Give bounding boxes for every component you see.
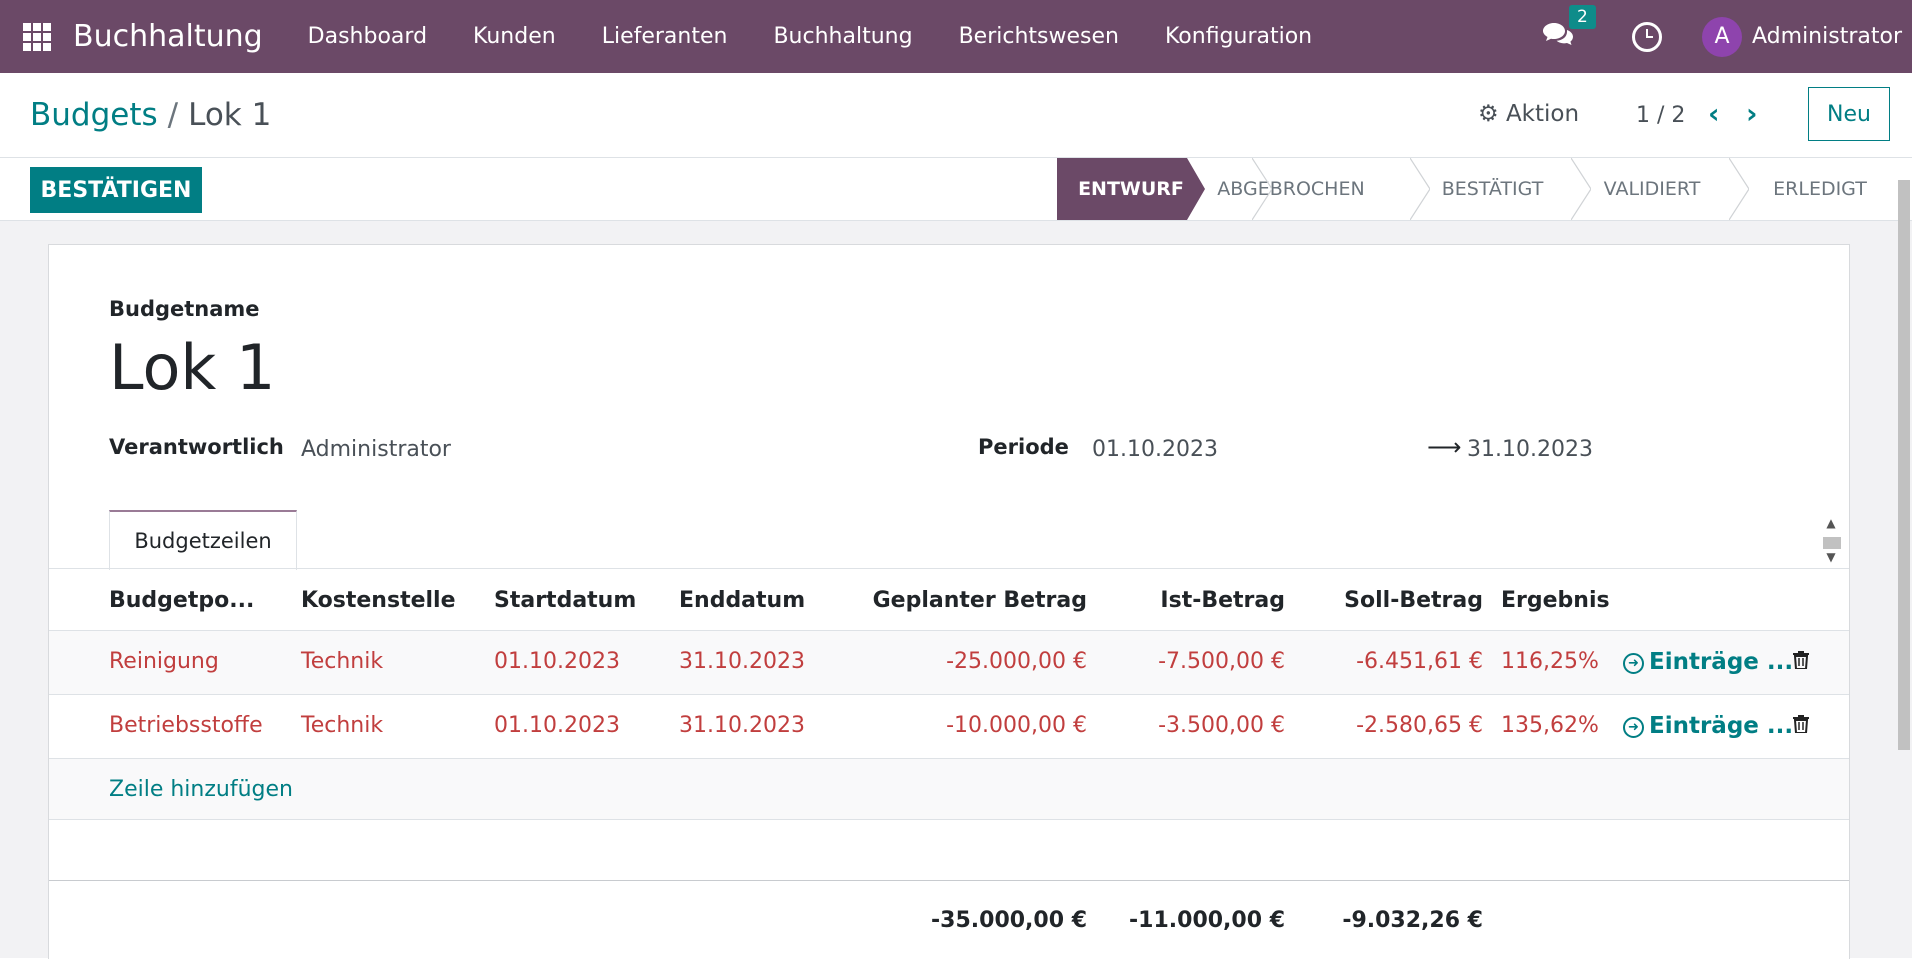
table-row[interactable]: Reinigung Technik 01.10.2023 31.10.2023 …	[49, 630, 1849, 694]
column-header-start-date[interactable]: Startdatum	[494, 588, 636, 613]
entries-button[interactable]: ➜ Einträge ...	[1623, 649, 1793, 675]
status-bar: BESTÄTIGEN ENTWURF ABGEBROCHEN BESTÄTIGT…	[0, 158, 1912, 221]
total-actual: -11.000,00 €	[1129, 908, 1285, 933]
entries-label: Einträge ...	[1649, 649, 1794, 675]
stage-divider	[1252, 158, 1272, 220]
tab-divider	[49, 568, 1849, 569]
period-end-field[interactable]: 31.10.2023	[1467, 437, 1593, 462]
responsible-label: Verantwortlich	[109, 435, 284, 459]
stage-bestaetigt[interactable]: BESTÄTIGT	[1410, 158, 1575, 220]
top-navbar: Buchhaltung Dashboard Kunden Lieferanten…	[0, 0, 1912, 73]
page-scrollbar[interactable]	[1898, 180, 1910, 750]
pager-value[interactable]: 1 / 2	[1636, 103, 1685, 128]
form-sheet: Budgetname Lok 1 Verantwortlich Administ…	[48, 244, 1850, 959]
cell-end-date: 31.10.2023	[679, 649, 805, 674]
activity-clock-icon[interactable]	[1632, 21, 1663, 52]
cell-actual: -7.500,00 €	[1158, 649, 1285, 674]
stage-entwurf[interactable]: ENTWURF	[1057, 158, 1205, 220]
entries-label: Einträge ...	[1649, 713, 1794, 739]
cell-planned: -10.000,00 €	[946, 713, 1087, 738]
menu-kunden[interactable]: Kunden	[473, 24, 556, 49]
action-menu-button[interactable]: ⚙ Aktion	[1478, 101, 1579, 127]
menu-buchhaltung[interactable]: Buchhaltung	[773, 24, 912, 49]
message-count-badge: 2	[1569, 4, 1596, 29]
column-header-end-date[interactable]: Enddatum	[679, 588, 805, 613]
control-panel: Budgets / Lok 1 ⚙ Aktion 1 / 2 ‹ › Neu	[0, 73, 1912, 158]
period-label: Periode	[978, 435, 1069, 459]
breadcrumb-separator: /	[167, 97, 179, 133]
period-start-field[interactable]: 01.10.2023	[1092, 437, 1218, 462]
cell-actual: -3.500,00 €	[1158, 713, 1285, 738]
stage-abgebrochen[interactable]: ABGEBROCHEN	[1207, 158, 1375, 220]
table-row[interactable]: Betriebsstoffe Technik 01.10.2023 31.10.…	[49, 694, 1849, 758]
cell-end-date: 31.10.2023	[679, 713, 805, 738]
budget-name-label: Budgetname	[109, 297, 260, 321]
cell-start-date: 01.10.2023	[494, 649, 620, 674]
column-header-planned[interactable]: Geplanter Betrag	[849, 588, 1087, 613]
add-line-row	[49, 758, 1849, 820]
cell-position: Betriebsstoffe	[109, 713, 263, 738]
gear-icon: ⚙	[1478, 101, 1499, 127]
scroll-up-icon[interactable]: ▲	[1824, 517, 1838, 529]
column-header-result[interactable]: Ergebnis	[1501, 588, 1610, 613]
column-header-cost-center[interactable]: Kostenstelle	[301, 588, 456, 613]
menu-lieferanten[interactable]: Lieferanten	[602, 24, 728, 49]
breadcrumb-current: Lok 1	[188, 97, 272, 133]
action-label: Aktion	[1505, 101, 1580, 127]
trash-icon[interactable]	[1793, 715, 1809, 733]
next-record-icon[interactable]: ›	[1746, 97, 1758, 130]
arrow-circle-right-icon: ➜	[1623, 653, 1644, 674]
cell-theoretical: -2.580,65 €	[1356, 713, 1483, 738]
confirm-button[interactable]: BESTÄTIGEN	[30, 167, 202, 213]
total-theoretical: -9.032,26 €	[1342, 908, 1483, 933]
trash-icon[interactable]	[1793, 651, 1809, 669]
apps-menu-icon[interactable]	[23, 22, 51, 51]
responsible-field[interactable]: Administrator	[301, 437, 451, 462]
user-avatar[interactable]: A	[1702, 16, 1743, 57]
app-brand[interactable]: Buchhaltung	[73, 19, 263, 54]
new-record-button[interactable]: Neu	[1808, 87, 1890, 141]
scrollbar-thumb[interactable]	[1823, 537, 1841, 549]
previous-record-icon[interactable]: ‹	[1708, 97, 1720, 130]
column-header-theoretical[interactable]: Soll-Betrag	[1285, 588, 1483, 613]
column-header-actual[interactable]: Ist-Betrag	[1085, 588, 1285, 613]
cell-planned: -25.000,00 €	[946, 649, 1087, 674]
budget-name-field[interactable]: Lok 1	[109, 331, 275, 404]
entries-button[interactable]: ➜ Einträge ...	[1623, 713, 1793, 739]
cell-cost-center: Technik	[301, 649, 384, 674]
cell-result: 116,25%	[1501, 649, 1599, 674]
total-planned: -35.000,00 €	[931, 908, 1087, 933]
menu-dashboard[interactable]: Dashboard	[308, 24, 427, 49]
breadcrumb: Budgets / Lok 1	[30, 97, 271, 133]
stage-validiert[interactable]: VALIDIERT	[1571, 158, 1733, 220]
tab-budgetzeilen[interactable]: Budgetzeilen	[109, 510, 297, 570]
cell-result: 135,62%	[1501, 713, 1599, 738]
stage-erledigt[interactable]: ERLEDIGT	[1733, 158, 1907, 220]
cell-start-date: 01.10.2023	[494, 713, 620, 738]
add-line-link[interactable]: Zeile hinzufügen	[109, 777, 293, 802]
cell-theoretical: -6.451,61 €	[1356, 649, 1483, 674]
cell-cost-center: Technik	[301, 713, 384, 738]
totals-divider	[49, 880, 1849, 881]
menu-berichtswesen[interactable]: Berichtswesen	[959, 24, 1119, 49]
menu-konfiguration[interactable]: Konfiguration	[1165, 24, 1312, 49]
messages-button[interactable]: 2	[1542, 4, 1596, 53]
user-name[interactable]: Administrator	[1752, 24, 1902, 49]
column-header-position[interactable]: Budgetpo...	[109, 588, 254, 613]
scroll-down-icon[interactable]: ▼	[1824, 551, 1838, 563]
breadcrumb-budgets-link[interactable]: Budgets	[30, 97, 158, 133]
arrow-right-icon: ⟶	[1427, 433, 1462, 461]
cell-position: Reinigung	[109, 649, 219, 674]
arrow-circle-right-icon: ➜	[1623, 717, 1644, 738]
